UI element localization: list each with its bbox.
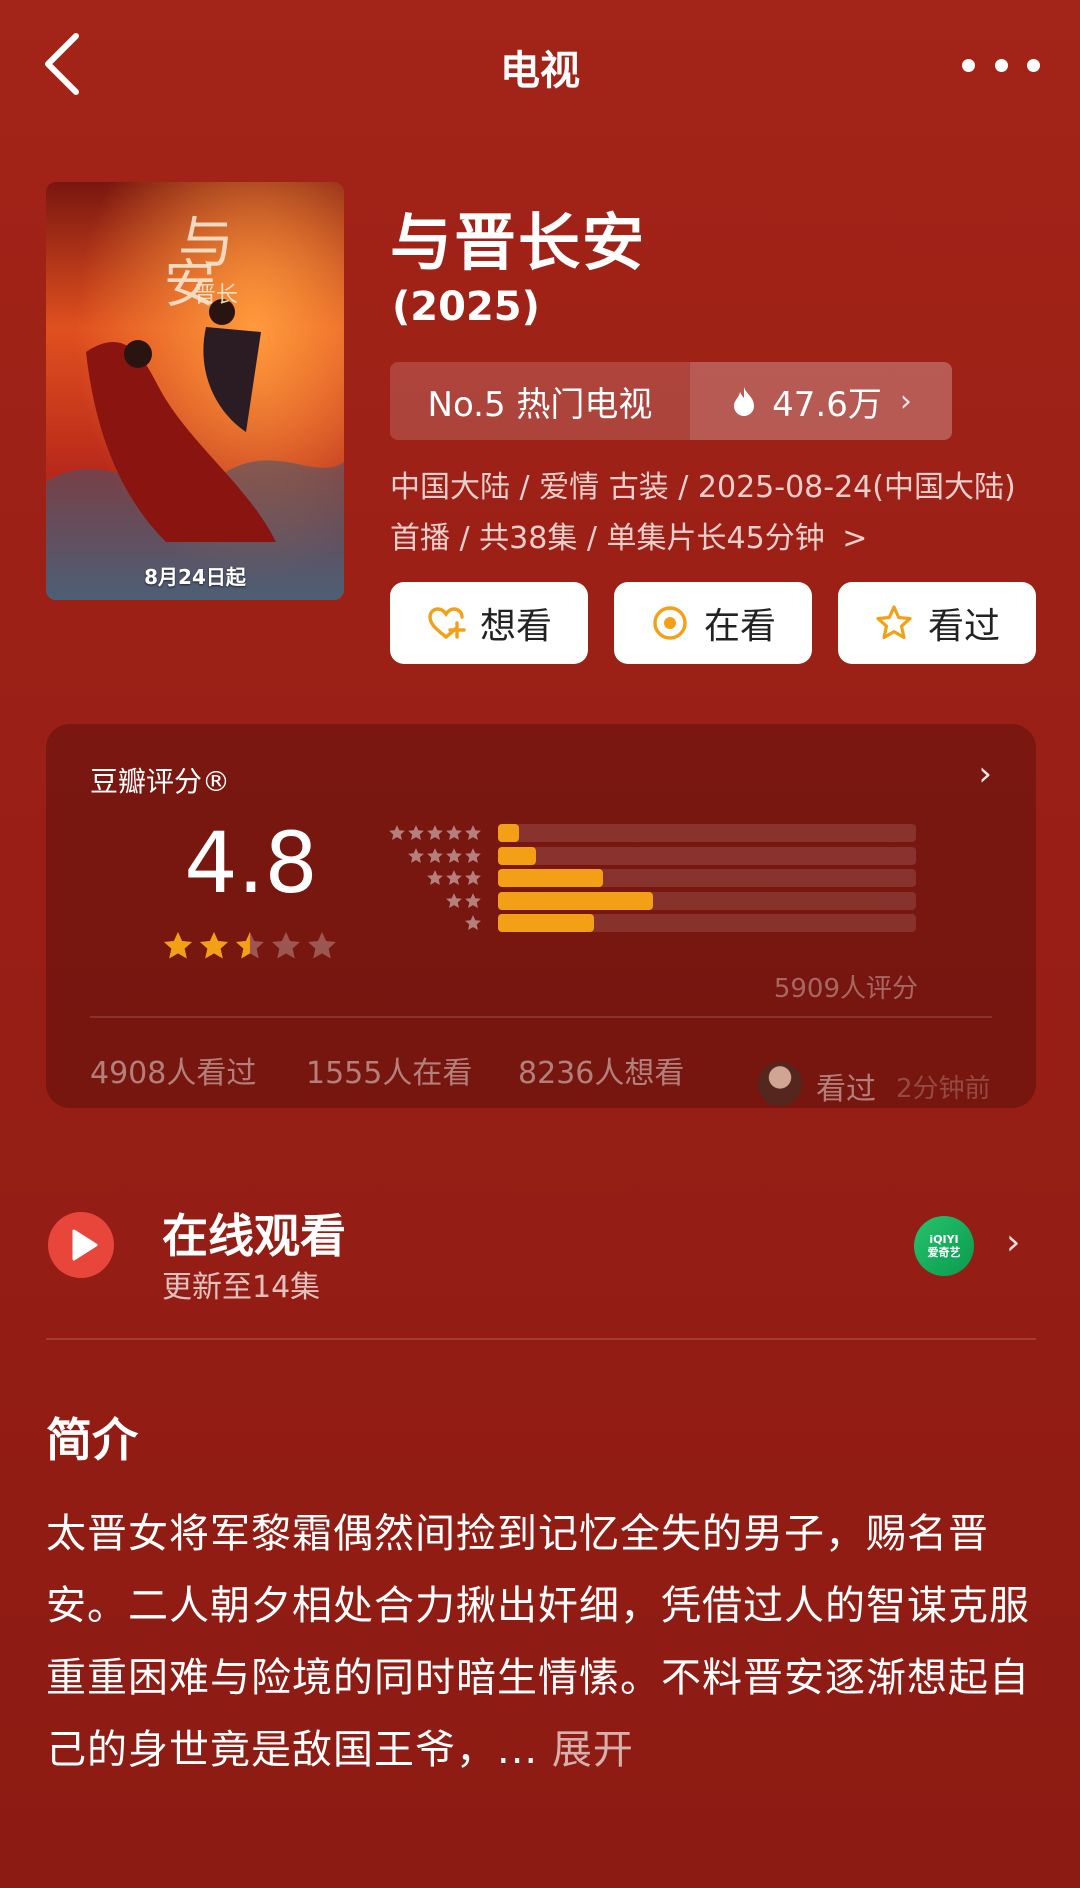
small-star-icon xyxy=(446,825,462,841)
divider xyxy=(46,1338,1036,1340)
rating-card[interactable]: 豆瓣评分® › 4.8 5909人评分 4908人看过 1555人在看 8236… xyxy=(46,724,1036,1108)
divider xyxy=(90,1016,992,1018)
heat-indicator[interactable]: 47.6万 › xyxy=(690,362,952,440)
distribution-bar-track xyxy=(498,824,916,842)
rating-stars xyxy=(162,930,338,962)
distribution-star-label xyxy=(376,914,482,932)
small-star-icon xyxy=(465,892,481,908)
iqiyi-logo-icon[interactable]: iQIYI 爱奇艺 xyxy=(914,1216,974,1276)
distribution-row xyxy=(376,869,916,887)
want-label: 想看 xyxy=(479,606,552,647)
show-meta[interactable]: 中国大陆 / 爱情 古装 / 2025-08-24(中国大陆)首播 / 共38集… xyxy=(390,462,1040,564)
star-icon xyxy=(200,932,228,959)
distribution-star-label xyxy=(376,824,482,842)
more-dot xyxy=(994,58,1008,72)
star-icon xyxy=(308,932,336,959)
small-star-icon xyxy=(427,825,443,841)
rating-count: 5909人评分 xyxy=(773,974,918,1004)
small-star-icon xyxy=(408,847,424,863)
more-dot xyxy=(1027,58,1040,72)
show-year: (2025) xyxy=(392,284,540,330)
avatar[interactable] xyxy=(758,1062,802,1106)
ranking-pill[interactable]: No.5 热门电视 47.6万 › xyxy=(390,362,952,440)
rank-label: No.5 热门电视 xyxy=(427,384,653,425)
small-star-icon xyxy=(389,825,405,841)
chevron-right-icon[interactable]: › xyxy=(1006,1222,1020,1263)
distribution-row xyxy=(376,824,916,842)
distribution-bar-fill xyxy=(498,824,519,842)
play-icon[interactable] xyxy=(48,1212,114,1278)
distribution-star-label xyxy=(376,869,482,887)
synopsis-text: 太晋女将军黎霜偶然间捡到记忆全失的男子，赐名晋安。二人朝夕相处合力揪出奸细，凭借… xyxy=(46,1498,1042,1786)
distribution-bar-fill xyxy=(498,891,653,910)
want-to-watch-button[interactable]: 想看 xyxy=(390,582,588,664)
small-star-icon xyxy=(465,847,481,863)
synopsis-body: 太晋女将军黎霜偶然间捡到记忆全失的男子，赐名晋安。二人朝夕相处合力揪出奸细，凭借… xyxy=(46,1511,1030,1773)
heat-value: 47.6万 xyxy=(772,384,882,425)
small-star-icon xyxy=(408,825,424,841)
small-star-icon xyxy=(446,870,462,886)
star-icon xyxy=(236,932,264,959)
chevron-right-icon: › xyxy=(899,383,912,419)
expand-link[interactable]: 展开 xyxy=(552,1727,634,1773)
target-icon xyxy=(653,606,687,640)
star-outline-icon xyxy=(876,605,912,640)
star-icon xyxy=(164,932,192,959)
star-icon xyxy=(272,932,300,959)
distribution-bar-fill xyxy=(498,914,595,932)
more-dots-icon xyxy=(962,58,975,72)
svg-text:安: 安 xyxy=(164,255,216,315)
distribution-row xyxy=(376,891,916,910)
watching-button[interactable]: 在看 xyxy=(614,582,812,664)
distribution-star-label xyxy=(376,847,482,865)
rating-score: 4.8 xyxy=(184,814,318,912)
poster-art: 与 晋长 安 xyxy=(46,182,344,600)
synopsis-title: 简介 xyxy=(46,1413,138,1467)
watched-button[interactable]: 看过 xyxy=(838,582,1036,664)
poster-image[interactable]: 与 晋长 安 8月24日起 xyxy=(46,182,344,600)
watching-label: 在看 xyxy=(703,606,776,647)
small-star-icon xyxy=(465,915,481,931)
page-title: 电视 xyxy=(500,48,580,94)
more-options-button[interactable] xyxy=(962,52,1040,78)
want-count[interactable]: 8236人想看 xyxy=(518,1048,684,1092)
recent-activity-time: 2分钟前 xyxy=(896,1074,991,1104)
distribution-bar-fill xyxy=(498,869,603,887)
platform-name: 爱奇艺 xyxy=(927,1246,961,1259)
recent-activity-label: 看过 xyxy=(816,1072,876,1107)
small-star-icon xyxy=(427,847,443,863)
rating-source-label: 豆瓣评分® xyxy=(90,765,231,798)
small-star-icon xyxy=(446,892,462,908)
poster-date: 8月24日起 xyxy=(144,565,246,589)
watched-count[interactable]: 4908人看过 xyxy=(90,1048,256,1092)
distribution-bar-track xyxy=(498,846,916,865)
distribution-bar-track xyxy=(498,869,916,887)
platform-logo-text: iQIYI xyxy=(929,1233,959,1246)
meta-text: 中国大陆 / 爱情 古装 / 2025-08-24(中国大陆)首播 / 共38集… xyxy=(390,470,1016,556)
distribution-bar-track xyxy=(498,914,916,932)
distribution-bar-track xyxy=(498,891,916,910)
small-star-icon xyxy=(465,825,481,841)
heart-plus-icon xyxy=(428,607,466,639)
watching-count[interactable]: 1555人在看 xyxy=(306,1048,472,1092)
small-star-icon xyxy=(427,870,443,886)
watched-label: 看过 xyxy=(927,606,1000,647)
distribution-star-label xyxy=(376,892,482,910)
distribution-bar-fill xyxy=(498,846,536,865)
flame-icon xyxy=(730,385,758,417)
distribution-row xyxy=(376,914,916,932)
meta-chevron-icon: > xyxy=(842,521,868,556)
online-watch-subtitle: 更新至14集 xyxy=(162,1270,321,1305)
small-star-icon xyxy=(465,870,481,886)
chevron-right-icon: › xyxy=(978,754,992,794)
distribution-row xyxy=(376,846,916,865)
online-watch-title[interactable]: 在线观看 xyxy=(162,1200,346,1266)
show-title: 与晋长安 xyxy=(390,206,647,279)
small-star-icon xyxy=(446,847,462,863)
